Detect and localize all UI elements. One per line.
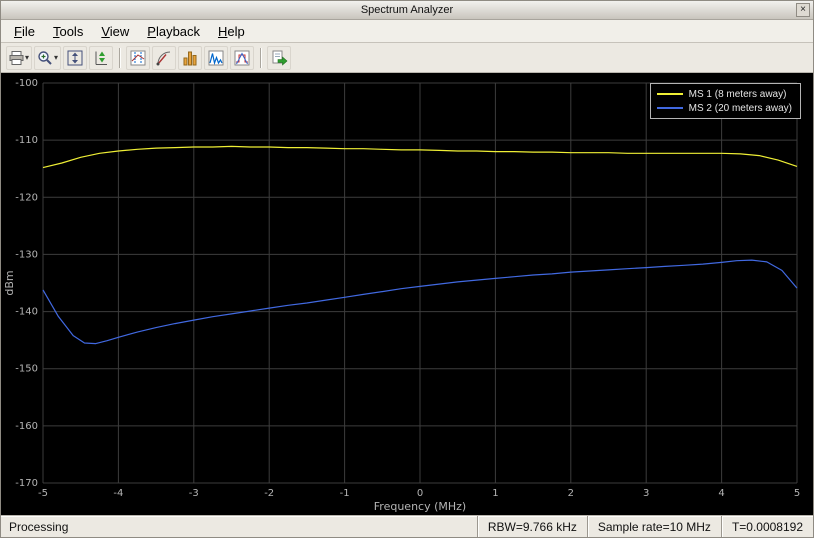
dropdown-arrow-icon: ▾ <box>54 53 59 62</box>
spectral-mask-icon <box>234 50 250 65</box>
title-bar: Spectrum Analyzer × <box>1 1 813 20</box>
dropdown-arrow-icon: ▾ <box>25 53 30 62</box>
plot-canvas[interactable]: -5 -4 -3 -2 -1 0 1 2 3 4 5 -170 -160 -150 -140 -130 -120… <box>1 73 813 515</box>
tool-bar: ▾ ▾ <box>1 43 813 73</box>
y-tick-label: -100 <box>15 78 38 89</box>
legend[interactable]: MS 1 (8 meters away) MS 2 (20 meters away… <box>649 83 801 119</box>
legend-line-sample <box>656 93 683 95</box>
print-button[interactable]: ▾ <box>6 45 33 70</box>
fit-to-view-button[interactable] <box>63 45 88 70</box>
legend-item-1[interactable]: MS 1 (8 meters away) <box>656 87 792 101</box>
fit-to-view-icon <box>67 50 83 65</box>
magnifier-plus-icon <box>38 50 52 65</box>
cursor-measurements-icon <box>130 50 146 65</box>
toolbar-separator <box>260 47 262 68</box>
signal-statistics-icon <box>156 51 171 65</box>
x-axis-label: Frequency (MHz) <box>374 500 466 513</box>
cursor-measurements-button[interactable] <box>126 45 151 70</box>
x-tick-label: 4 <box>718 488 724 499</box>
status-time: T=0.0008192 <box>720 516 813 537</box>
y-tick-label: -170 <box>15 478 38 489</box>
distortion-measurements-icon <box>208 50 224 65</box>
plot-background <box>1 73 813 515</box>
printer-icon <box>9 50 24 65</box>
peak-finder-button[interactable] <box>178 45 203 70</box>
menu-help[interactable]: Help <box>209 21 254 42</box>
menu-playback[interactable]: Playback <box>138 21 209 42</box>
window-title: Spectrum Analyzer <box>360 4 454 16</box>
autoscale-y-button[interactable] <box>89 45 114 70</box>
peak-finder-icon <box>183 51 197 65</box>
y-tick-label: -120 <box>15 192 38 203</box>
x-tick-label: 5 <box>794 488 800 499</box>
y-tick-label: -130 <box>15 249 38 260</box>
close-button[interactable]: × <box>796 3 810 17</box>
menu-file[interactable]: File <box>5 21 44 42</box>
legend-item-2[interactable]: MS 2 (20 meters away) <box>656 101 792 115</box>
y-tick-label: -140 <box>15 307 38 318</box>
signal-statistics-button[interactable] <box>152 45 177 70</box>
distortion-measurements-button[interactable] <box>204 45 229 70</box>
x-tick-label: -2 <box>264 488 274 499</box>
status-rbw: RBW=9.766 kHz <box>476 516 587 537</box>
legend-line-sample <box>656 107 683 109</box>
step-forward-icon <box>272 50 287 66</box>
x-tick-label: -5 <box>38 488 48 499</box>
x-tick-label: 2 <box>568 488 574 499</box>
step-forward-button[interactable] <box>267 45 292 70</box>
plot-panel: -5 -4 -3 -2 -1 0 1 2 3 4 5 -170 -160 -150 -140 -130 -120… <box>1 73 813 515</box>
x-tick-label: -1 <box>340 488 350 499</box>
legend-label: MS 1 (8 meters away) <box>688 88 787 100</box>
x-tick-label: 3 <box>643 488 649 499</box>
x-tick-label: 1 <box>492 488 498 499</box>
status-message: Processing <box>9 519 69 534</box>
x-tick-label: 0 <box>417 488 423 499</box>
y-tick-label: -110 <box>15 135 38 146</box>
menu-bar: File Tools View Playback Help <box>1 20 813 43</box>
x-tick-label: -4 <box>113 488 123 499</box>
toolbar-separator <box>119 47 121 68</box>
x-tick-label: -3 <box>189 488 199 499</box>
legend-label: MS 2 (20 meters away) <box>688 102 792 114</box>
zoom-in-button[interactable]: ▾ <box>34 45 62 70</box>
menu-view[interactable]: View <box>92 21 138 42</box>
menu-tools[interactable]: Tools <box>44 21 92 42</box>
y-axis-label: dBm <box>3 270 16 295</box>
y-tick-label: -150 <box>15 364 38 375</box>
status-sample-rate: Sample rate=10 MHz <box>586 516 721 537</box>
autoscale-icon <box>95 51 108 65</box>
spectrum-analyzer-window: Spectrum Analyzer × File Tools View Play… <box>0 0 814 538</box>
y-tick-label: -160 <box>15 421 38 432</box>
spectral-mask-button[interactable] <box>230 45 255 70</box>
status-bar: Processing RBW=9.766 kHz Sample rate=10 … <box>1 515 813 537</box>
